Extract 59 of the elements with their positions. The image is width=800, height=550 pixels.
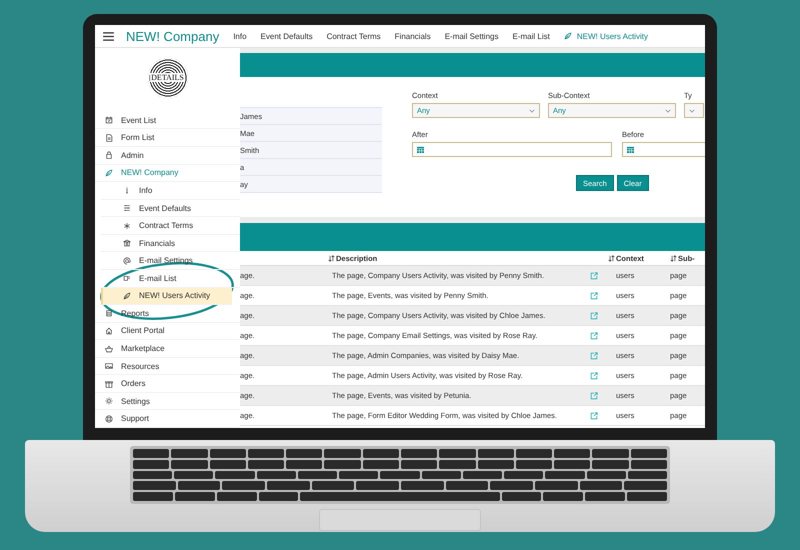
external-link-icon[interactable] (590, 292, 598, 300)
nav-tab[interactable]: Event Defaults (260, 32, 313, 40)
sidebar-subitem[interactable]: NEW! Users Activity (101, 288, 232, 306)
basket-icon (105, 344, 113, 353)
date-field[interactable] (412, 142, 612, 157)
select-field[interactable] (684, 103, 704, 118)
sort-icon (670, 254, 677, 262)
sliders-icon (123, 204, 131, 212)
external-link-icon[interactable] (590, 312, 598, 320)
sidebar-item[interactable]: Orders (95, 375, 240, 393)
bank-icon (123, 239, 131, 248)
nav-tab[interactable]: E-mail Settings (444, 32, 498, 40)
image-icon (105, 362, 113, 370)
lifebuoy-icon (105, 414, 113, 423)
info-icon (123, 186, 131, 194)
caret-icon (665, 108, 671, 112)
sidebar-item[interactable]: Client Portal (95, 322, 240, 340)
external-link-icon[interactable] (590, 412, 598, 420)
gift-icon (105, 380, 113, 388)
external-link-icon[interactable] (590, 352, 598, 360)
external-link-icon[interactable] (590, 332, 598, 340)
caret-icon (689, 108, 695, 112)
sidebar-item[interactable]: Support (95, 410, 240, 428)
nav-tab[interactable]: Financials (394, 32, 431, 40)
sidebar-subitem[interactable]: Info (101, 182, 240, 200)
sidebar-item[interactable]: Form List (95, 129, 240, 148)
at-icon (123, 256, 131, 265)
app-title: NEW! Company (126, 28, 220, 44)
external-link-icon[interactable] (590, 392, 598, 400)
sidebar-item[interactable]: Admin (95, 147, 240, 165)
calendar-icon (417, 146, 424, 153)
nav-tab[interactable]: Info (233, 32, 247, 40)
external-link-icon[interactable] (590, 272, 598, 280)
sidebar-item[interactable]: Marketplace (95, 340, 240, 358)
sort-icon (608, 254, 615, 262)
nav-tab[interactable]: NEW! Users Activity (564, 32, 648, 40)
gear-icon (105, 397, 113, 406)
leaf-icon (123, 292, 131, 300)
leaf-icon (105, 168, 113, 177)
sidebar-item[interactable]: Resources (95, 358, 240, 376)
external-link-icon[interactable] (590, 372, 598, 380)
house-icon (105, 326, 113, 335)
document-icon (105, 134, 113, 142)
calendar-icon (627, 146, 634, 153)
caret-icon (529, 108, 535, 112)
calendar-icon (105, 116, 113, 124)
nav-tab[interactable]: Contract Terms (326, 32, 381, 40)
sort-icon (328, 254, 335, 262)
database-icon (105, 309, 113, 318)
sidebar-item[interactable]: Settings (95, 392, 240, 410)
sidebar-item[interactable]: NEW! Company (95, 164, 240, 182)
menu-icon[interactable] (103, 32, 114, 40)
sidebar-item[interactable]: Event List (95, 112, 240, 130)
logo-drawing: DETAILS (148, 58, 188, 98)
lock-icon (105, 151, 113, 160)
sidebar-item[interactable]: Reports (95, 305, 240, 323)
asterisk-icon (123, 222, 131, 230)
leaf-icon (564, 32, 572, 40)
nav-tab[interactable]: E-mail List (512, 32, 550, 40)
